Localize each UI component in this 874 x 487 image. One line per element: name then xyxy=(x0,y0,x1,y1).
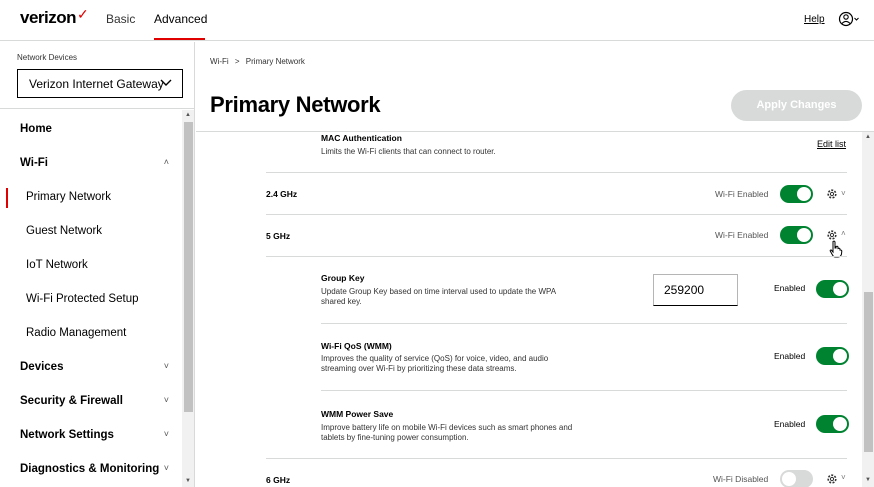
active-tab-indicator xyxy=(154,38,205,40)
sidebar-item-radio-management[interactable]: Radio Management xyxy=(0,316,182,350)
selected-device: Verizon Internet Gateway xyxy=(29,77,164,91)
gear-icon[interactable] xyxy=(826,473,838,485)
wifi-qos-desc-line2: streaming over Wi-Fi by prioritizing the… xyxy=(321,364,517,373)
apply-changes-button[interactable]: Apply Changes xyxy=(731,90,862,121)
sidebar-item-home[interactable]: Home xyxy=(0,112,182,146)
sidebar-divider xyxy=(0,108,195,109)
group-key-status: Enabled xyxy=(774,283,806,293)
sidebar-item-network-settings[interactable]: Network Settings ˅ xyxy=(0,418,182,452)
divider xyxy=(266,256,847,257)
group-key-desc-line1: Update Group Key based on time interval … xyxy=(321,287,557,296)
group-key-interval-input[interactable]: 259200 xyxy=(653,274,738,306)
network-devices-label: Network Devices xyxy=(17,53,78,62)
main-panel: Wi-Fi > Primary Network Primary Network … xyxy=(196,42,874,487)
main-scrollbar[interactable]: ▲ ▼ xyxy=(862,132,874,487)
wifi-toggle-2-4ghz[interactable] xyxy=(780,185,813,203)
chevron-up-icon[interactable]: ˄ xyxy=(841,229,846,238)
help-link[interactable]: Help xyxy=(804,14,825,25)
band-label-5ghz: 5 GHz xyxy=(266,231,291,241)
chevron-up-icon: ˄ xyxy=(163,157,169,167)
group-key-desc-line2: shared key. xyxy=(321,297,362,306)
band-status-6ghz: Wi-Fi Disabled xyxy=(713,474,769,484)
sidebar-item-wifi[interactable]: Wi-Fi ˄ xyxy=(0,146,182,180)
user-account-icon[interactable] xyxy=(838,10,860,28)
sidebar-scrollbar-thumb[interactable] xyxy=(184,122,193,412)
mac-auth-desc: Limits the Wi-Fi clients that can connec… xyxy=(321,147,496,156)
tab-basic[interactable]: Basic xyxy=(106,12,135,26)
chevron-down-icon[interactable]: ˅ xyxy=(841,189,846,198)
band-label-2-4ghz: 2.4 GHz xyxy=(266,189,298,199)
divider xyxy=(321,323,847,324)
mac-auth-title: MAC Authentication xyxy=(321,133,402,143)
wifi-toggle-6ghz[interactable] xyxy=(780,470,813,487)
sidebar-item-iot-network[interactable]: IoT Network xyxy=(0,248,182,282)
verizon-logo[interactable]: verizon✓ xyxy=(20,6,89,28)
main-scrollbar-thumb[interactable] xyxy=(864,292,873,452)
sidebar-item-primary-network[interactable]: Primary Network xyxy=(0,180,182,214)
wmm-power-save-desc-line1: Improve battery life on mobile Wi-Fi dev… xyxy=(321,423,573,432)
wmm-power-save-desc-line2: tablets by fine-tuning power consumption… xyxy=(321,433,469,442)
group-key-title: Group Key xyxy=(321,273,365,283)
chevron-down-icon: ˅ xyxy=(163,429,169,439)
chevron-down-icon: ˅ xyxy=(163,395,169,405)
scroll-up-arrow-icon[interactable]: ▲ xyxy=(185,112,191,118)
band-label-6ghz: 6 GHz xyxy=(266,475,291,485)
chevron-down-icon: ˅ xyxy=(163,361,169,371)
chevron-down-icon[interactable]: ˅ xyxy=(841,473,846,482)
sidebar-nav: Home Wi-Fi ˄ Primary Network Guest Networ… xyxy=(0,110,182,487)
band-status-5ghz: Wi-Fi Enabled xyxy=(715,230,769,240)
top-bar: verizon✓ Basic Advanced Help xyxy=(0,0,874,41)
gear-icon[interactable] xyxy=(826,188,838,200)
scroll-up-arrow-icon[interactable]: ▲ xyxy=(865,134,871,140)
logo-check-mark: ✓ xyxy=(77,6,89,22)
sidebar-item-diagnostics-monitoring[interactable]: Diagnostics & Monitoring ˅ xyxy=(0,452,182,486)
chevron-down-icon xyxy=(160,79,172,86)
divider xyxy=(266,458,847,459)
tab-advanced[interactable]: Advanced xyxy=(154,12,207,26)
divider xyxy=(266,214,847,215)
divider xyxy=(266,172,847,173)
wifi-toggle-5ghz[interactable] xyxy=(780,226,813,244)
wifi-qos-desc-line1: Improves the quality of service (QoS) fo… xyxy=(321,354,549,363)
page-title: Primary Network xyxy=(210,92,381,117)
breadcrumb-separator: > xyxy=(234,57,240,66)
breadcrumb-primary-network: Primary Network xyxy=(245,57,305,66)
breadcrumb: Wi-Fi > Primary Network xyxy=(210,57,305,66)
breadcrumb-wifi[interactable]: Wi-Fi xyxy=(210,57,229,66)
sidebar-item-guest-network[interactable]: Guest Network xyxy=(0,214,182,248)
scroll-down-arrow-icon[interactable]: ▼ xyxy=(865,477,871,483)
sidebar: Network Devices Verizon Internet Gateway… xyxy=(0,42,195,487)
chevron-down-icon: ˅ xyxy=(163,463,169,473)
band-status-2-4ghz: Wi-Fi Enabled xyxy=(715,189,769,199)
sidebar-scrollbar[interactable]: ▲ ▼ xyxy=(182,110,194,487)
group-key-toggle[interactable] xyxy=(816,280,849,298)
wifi-qos-title: Wi-Fi QoS (WMM) xyxy=(321,341,392,351)
divider xyxy=(321,390,847,391)
wmm-power-save-status: Enabled xyxy=(774,419,806,429)
network-device-select[interactable]: Verizon Internet Gateway xyxy=(17,69,183,98)
sidebar-item-security-firewall[interactable]: Security & Firewall ˅ xyxy=(0,384,182,418)
sidebar-item-devices[interactable]: Devices ˅ xyxy=(0,350,182,384)
wmm-power-save-title: WMM Power Save xyxy=(321,409,394,419)
sidebar-item-wifi-protected-setup[interactable]: Wi-Fi Protected Setup xyxy=(0,282,182,316)
edit-list-link[interactable]: Edit list xyxy=(817,139,846,149)
wmm-power-save-toggle[interactable] xyxy=(816,415,849,433)
scroll-down-arrow-icon[interactable]: ▼ xyxy=(185,478,191,484)
settings-content: MAC Authentication Limits the Wi-Fi clie… xyxy=(196,132,862,487)
wifi-qos-status: Enabled xyxy=(774,351,806,361)
wifi-qos-toggle[interactable] xyxy=(816,347,849,365)
